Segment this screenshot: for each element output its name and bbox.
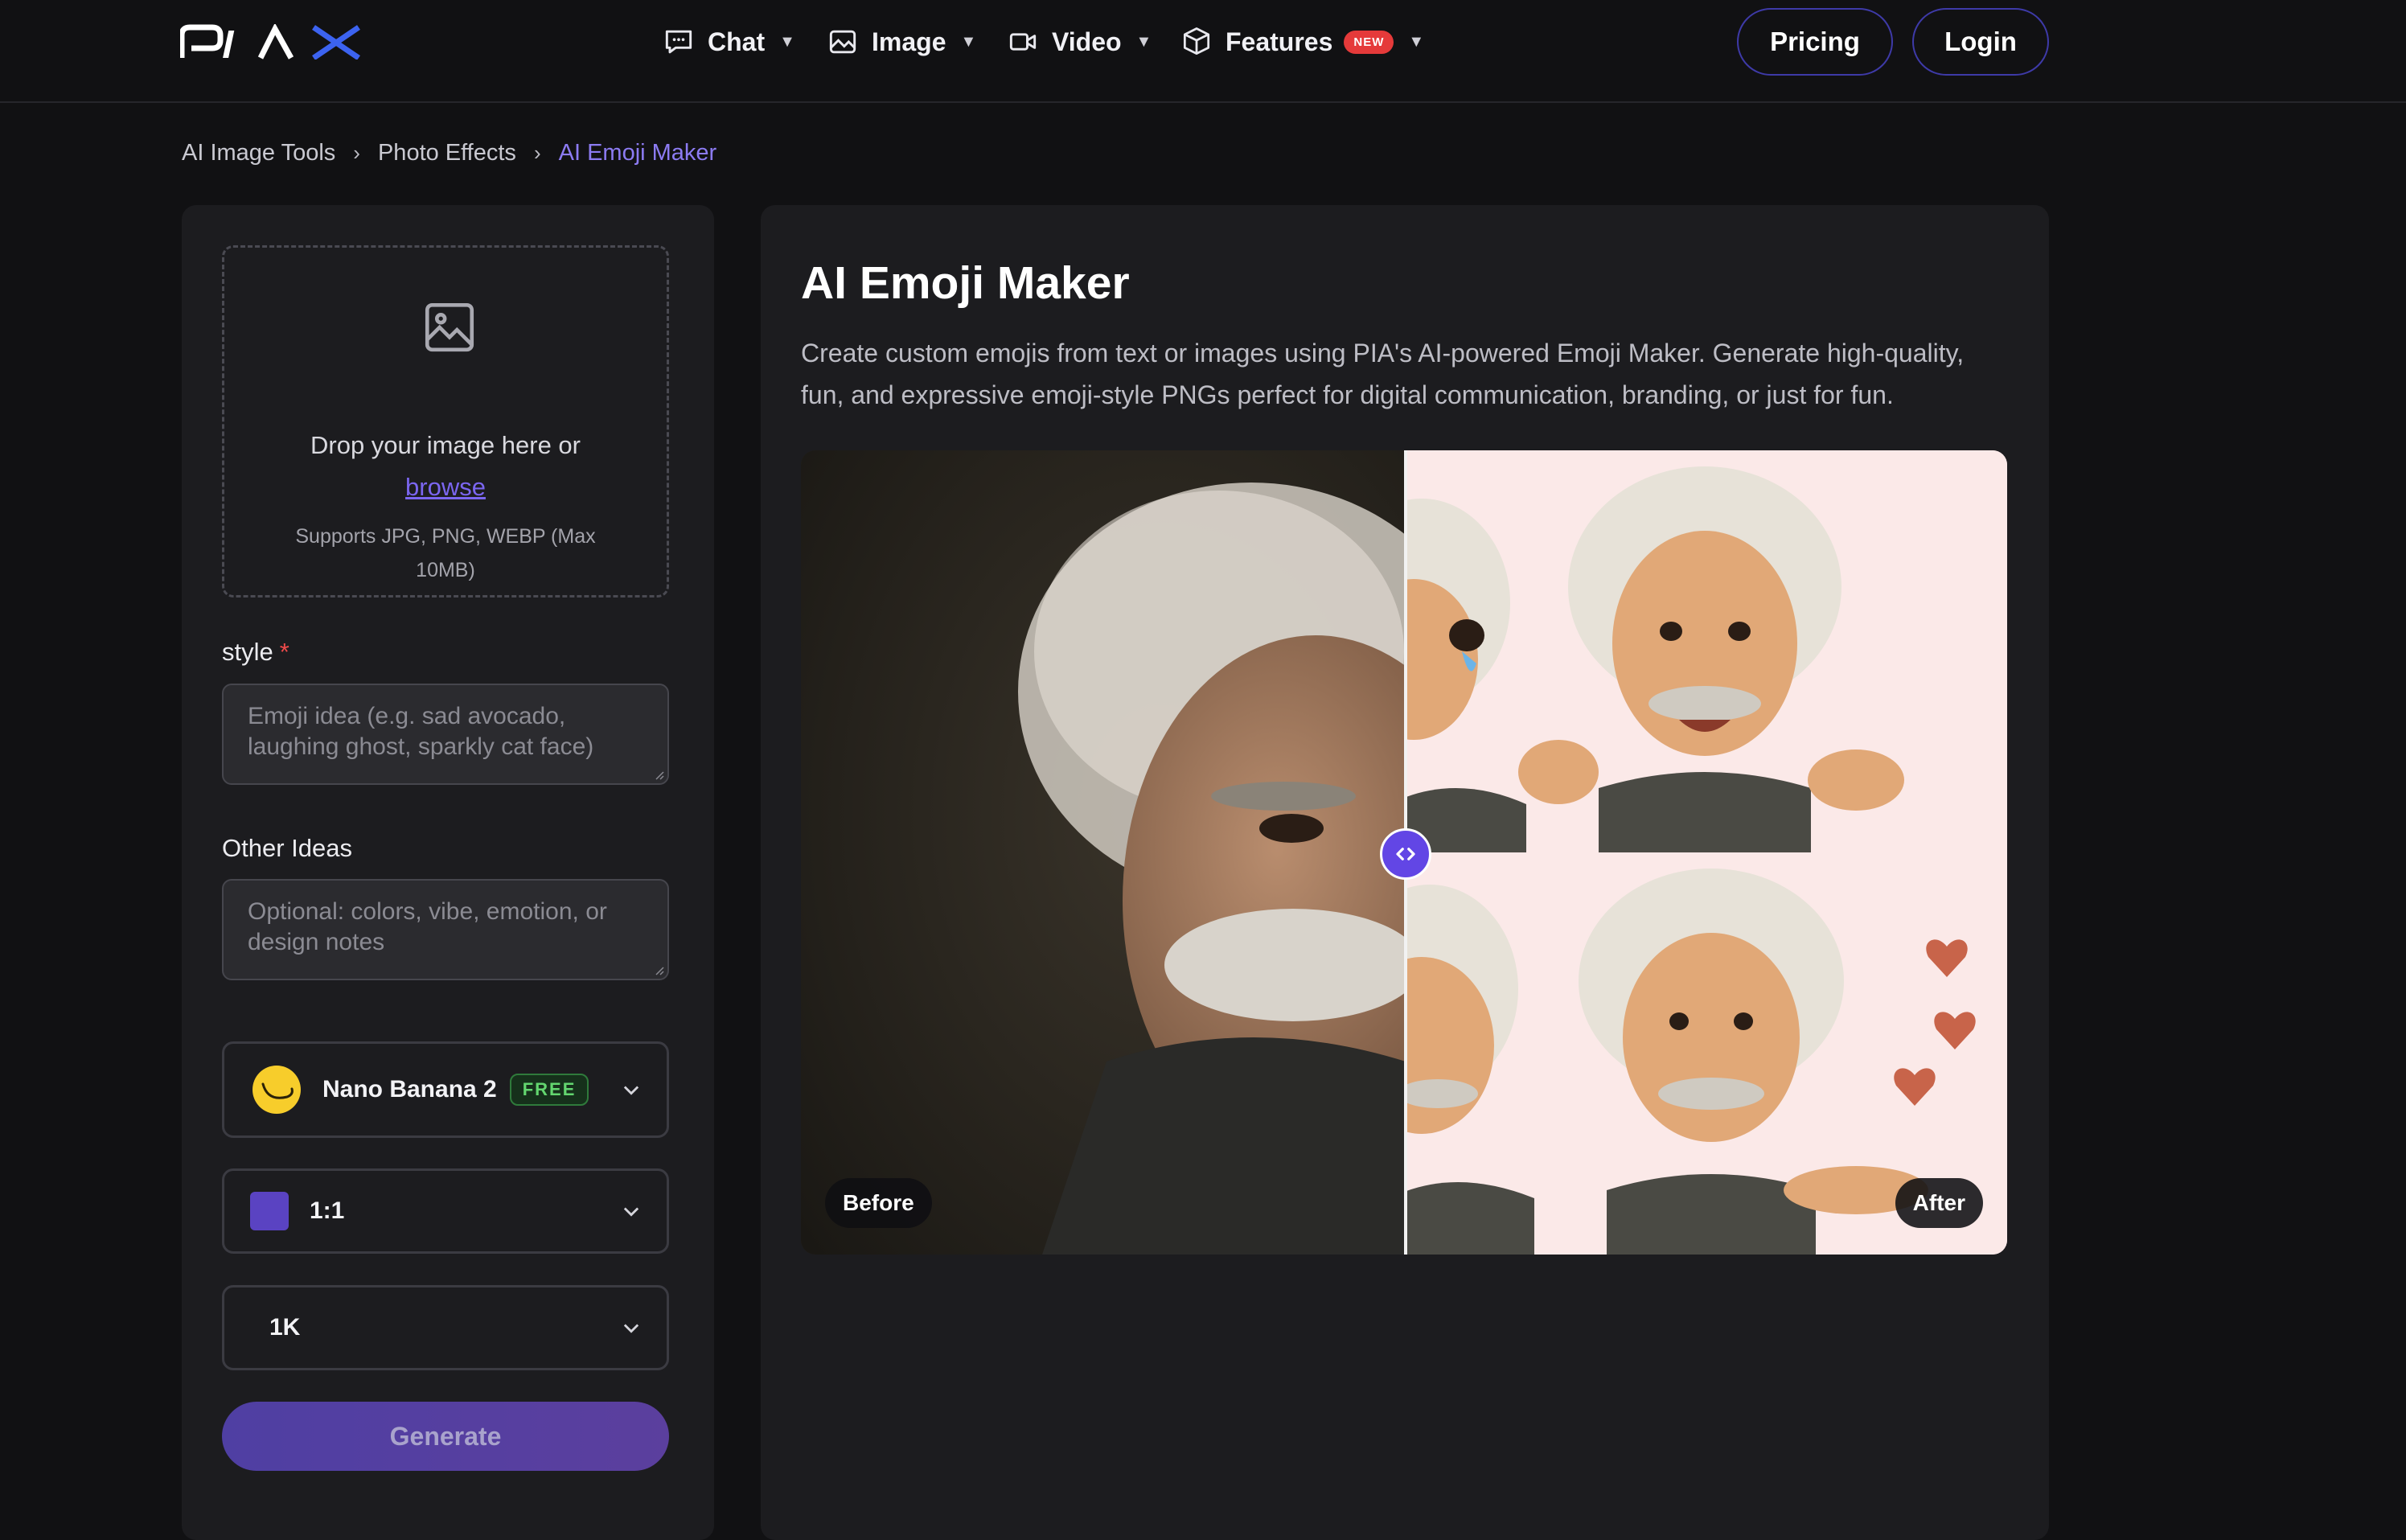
model-select[interactable]: Nano Banana 2 FREE: [222, 1041, 669, 1138]
top-navigation-bar: Chat ▼ Image ▼ Video ▼ Features NEW ▼ Pr…: [0, 0, 2406, 103]
settings-panel: Drop your image here or browse Supports …: [182, 205, 714, 1540]
caret-down-icon: ▼: [1408, 32, 1425, 51]
before-after-comparison[interactable]: Before After: [801, 450, 2007, 1255]
before-label: Before: [825, 1178, 932, 1228]
emoji-stickers-illustration: [1333, 450, 2007, 1255]
arrows-left-right-icon: [1396, 848, 1415, 860]
new-badge: NEW: [1344, 30, 1394, 54]
caret-down-icon: ▼: [779, 32, 795, 51]
page-title: AI Emoji Maker: [801, 257, 1130, 309]
dropzone-text: Drop your image here or: [310, 431, 581, 459]
browse-link[interactable]: browse: [224, 473, 667, 502]
piax-logo-icon: [179, 23, 360, 60]
aspect-ratio-select[interactable]: 1:1: [222, 1168, 669, 1254]
other-ideas-placeholder: Optional: colors, vibe, emotion, or desi…: [248, 898, 607, 955]
breadcrumb-photo-effects[interactable]: Photo Effects: [378, 140, 516, 166]
aspect-ratio-value: 1:1: [310, 1197, 345, 1224]
video-camera-icon: [1009, 33, 1037, 51]
generate-button[interactable]: Generate: [222, 1402, 669, 1471]
caret-down-icon: ▼: [960, 32, 977, 51]
style-label-text: style: [222, 638, 273, 666]
image-dropzone[interactable]: Drop your image here or browse Supports …: [222, 245, 669, 598]
before-image: [801, 450, 1509, 1255]
caret-down-icon: ▼: [1135, 32, 1152, 51]
pricing-button[interactable]: Pricing: [1737, 8, 1893, 76]
chat-bubble-icon: [665, 30, 692, 54]
nav-video-label: Video: [1052, 27, 1122, 56]
chevron-down-icon: [623, 1324, 639, 1333]
box-icon: [1183, 27, 1210, 55]
page-description: Create custom emojis from text or images…: [801, 339, 1965, 409]
style-input[interactable]: Emoji idea (e.g. sad avocado, laughing g…: [222, 684, 669, 785]
login-button[interactable]: Login: [1912, 8, 2049, 76]
free-badge: FREE: [509, 1074, 589, 1106]
model-select-value: Nano Banana 2: [322, 1076, 497, 1103]
breadcrumb-ai-image-tools[interactable]: AI Image Tools: [182, 140, 335, 166]
breadcrumb-current: AI Emoji Maker: [558, 140, 717, 166]
portrait-photo-illustration: [801, 450, 1509, 1255]
other-ideas-input[interactable]: Optional: colors, vibe, emotion, or desi…: [222, 879, 669, 980]
dropzone-supported-formats: Supports JPG, PNG, WEBP (Max 10MB): [295, 525, 596, 581]
nav-chat[interactable]: Chat ▼: [661, 19, 795, 64]
image-icon: [829, 30, 856, 54]
after-image: [1333, 450, 2007, 1255]
required-mark: *: [279, 638, 289, 666]
after-label: After: [1895, 1178, 1983, 1228]
resolution-select[interactable]: 1K: [222, 1285, 669, 1370]
nav-image-label: Image: [872, 27, 946, 56]
nav-features[interactable]: Features NEW ▼: [1179, 19, 1424, 64]
chevron-down-icon: [623, 1086, 639, 1095]
breadcrumb: AI Image Tools › Photo Effects › AI Emoj…: [182, 140, 716, 166]
other-ideas-label: Other Ideas: [222, 834, 352, 862]
banana-model-icon: [253, 1066, 301, 1114]
tool-info-panel: AI Emoji Maker Create custom emojis from…: [761, 205, 2049, 1540]
chevron-down-icon: [623, 1207, 639, 1217]
breadcrumb-separator: ›: [353, 141, 360, 165]
aspect-ratio-swatch: [250, 1192, 289, 1230]
breadcrumb-separator: ›: [533, 141, 541, 165]
resolution-value: 1K: [269, 1314, 301, 1341]
nav-video[interactable]: Video ▼: [1005, 19, 1152, 64]
piax-logo[interactable]: [179, 23, 365, 60]
comparison-slider-handle[interactable]: [1380, 828, 1431, 880]
nav-features-label: Features: [1226, 27, 1333, 56]
resize-grip-icon[interactable]: [653, 964, 664, 975]
nav-image[interactable]: Image ▼: [825, 19, 976, 64]
nav-chat-label: Chat: [708, 27, 766, 56]
style-input-placeholder: Emoji idea (e.g. sad avocado, laughing g…: [248, 703, 594, 760]
resize-grip-icon[interactable]: [653, 769, 664, 780]
style-field-label: style *: [222, 638, 289, 667]
image-upload-icon: [425, 302, 474, 352]
